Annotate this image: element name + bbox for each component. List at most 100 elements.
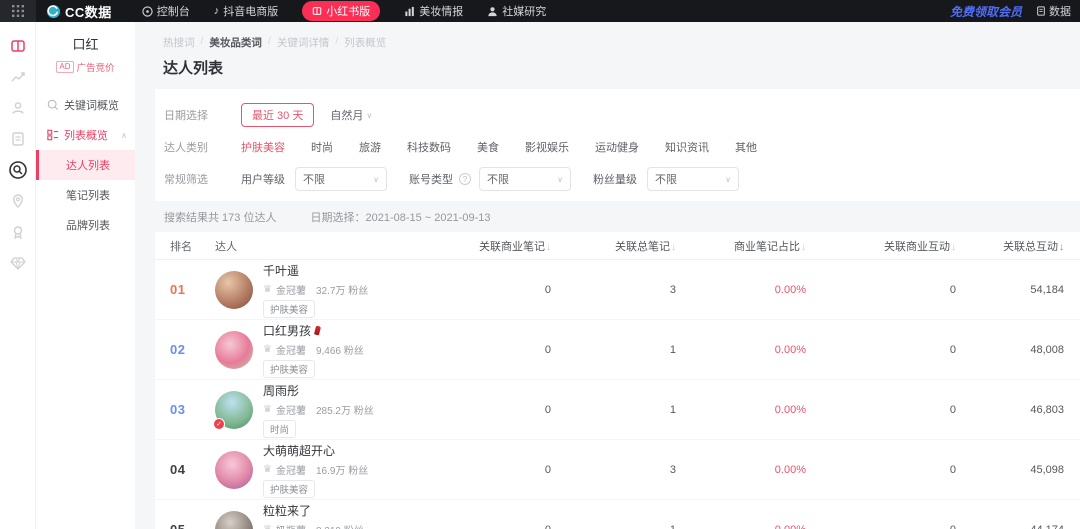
filter-card: 日期选择 最近 30 天 自然月 ∨ 达人类别 护肤美容 时尚 旅游 科技数码 … [155, 89, 1080, 201]
sidebar-item-note-list[interactable]: 笔记列表 [36, 180, 135, 210]
followers-count: 16.9万 粉丝 [316, 462, 368, 477]
category-tech[interactable]: 科技数码 [407, 139, 451, 155]
header-rank: 排名 [155, 238, 205, 254]
followers-count: 285.2万 粉丝 [316, 402, 374, 417]
creator-badge-icon: ♛ [263, 284, 272, 295]
table-header-row: 排名 达人 关联商业笔记↓ 关联总笔记↓ 商业笔记占比↓ 关联商业互动↓ 关联总… [155, 232, 1080, 260]
breadcrumb-list-overview[interactable]: 列表概览 [344, 35, 386, 50]
nav-console[interactable]: 控制台 [142, 3, 190, 19]
header-total-notes[interactable]: 关联总笔记↓ [551, 238, 676, 254]
rank-value: 02 [155, 342, 205, 357]
rank-value: 01 [155, 282, 205, 297]
logo[interactable]: CC数据 [46, 2, 112, 21]
avatar[interactable] [215, 511, 253, 529]
category-fashion[interactable]: 时尚 [311, 139, 333, 155]
rail-item-notes[interactable] [0, 123, 35, 154]
date-last-30-days-option[interactable]: 最近 30 天 [241, 103, 314, 127]
biz-ratio-value: 0.00% [676, 524, 806, 529]
nav-social-research[interactable]: 社媒研究 [487, 3, 546, 19]
help-icon[interactable]: ? [459, 173, 471, 185]
account-type-select[interactable]: 不限∨ [479, 167, 571, 191]
avatar[interactable]: ✓ [215, 391, 253, 429]
category-tag: 护肤美容 [263, 300, 315, 318]
chevron-up-icon: ∧ [121, 131, 127, 140]
influencer-info: 口红男孩 ♛ 金冠薯 9,466 粉丝 护肤美容 [263, 322, 364, 378]
table-row: 05 粒粒来了 ♛ 奶瓶薯 8,219 粉丝 其他 0 1 0.0 [155, 500, 1080, 529]
person-icon [487, 6, 498, 17]
general-filter-label: 常规筛选 [155, 171, 241, 187]
header-biz-engagement[interactable]: 关联商业互动↓ [806, 238, 956, 254]
header-biz-notes[interactable]: 关联商业笔记↓ [431, 238, 551, 254]
keyword-title: 口红 [36, 34, 135, 53]
influencer-name[interactable]: 口红男孩 [263, 322, 364, 339]
category-knowledge[interactable]: 知识资讯 [665, 139, 709, 155]
influencer-name[interactable]: 周雨彤 [263, 382, 374, 399]
rail-item-location[interactable] [0, 185, 35, 216]
sidebar-item-brand-list[interactable]: 品牌列表 [36, 210, 135, 240]
breadcrumb-beauty-category[interactable]: 美妆品类词 [209, 35, 262, 50]
nav-xiaohongshu[interactable]: 小红书版 [302, 1, 380, 21]
rail-item-xiaohongshu[interactable] [0, 30, 35, 61]
rank-value: 03 [155, 402, 205, 417]
rail-item-keyword-search[interactable] [0, 154, 35, 185]
followers-count: 32.7万 粉丝 [316, 282, 368, 297]
category-tag: 护肤美容 [263, 480, 315, 498]
rail-item-trend[interactable] [0, 61, 35, 92]
category-other[interactable]: 其他 [735, 139, 757, 155]
results-count-text: 搜索结果共 173 位达人 [164, 209, 276, 225]
biz-ratio-value: 0.00% [676, 404, 806, 416]
influencer-name[interactable]: 粒粒来了 [263, 502, 364, 519]
influencer-name[interactable]: 千叶遥 [263, 262, 368, 279]
category-tag: 护肤美容 [263, 360, 315, 378]
rail-item-users[interactable] [0, 92, 35, 123]
biz-notes-value: 0 [431, 464, 551, 476]
category-entertainment[interactable]: 影视娱乐 [525, 139, 569, 155]
breadcrumb-hot-words[interactable]: 热搜词 [163, 35, 195, 50]
avatar[interactable] [215, 331, 253, 369]
sidebar-item-keyword-overview[interactable]: 关键词概览 [36, 90, 135, 120]
nav-data-partial[interactable]: 数据 [1036, 3, 1080, 19]
rail-item-medal[interactable] [0, 216, 35, 247]
user-level-label: 用户等级 [241, 171, 285, 187]
free-vip-link[interactable]: 免费领取会员 [950, 3, 1022, 20]
console-icon [142, 6, 153, 17]
red-book-icon [10, 38, 26, 54]
biz-engagement-value: 0 [806, 284, 956, 296]
date-natural-month-option[interactable]: 自然月 ∨ [330, 107, 372, 123]
fan-level-label: 粉丝量级 [593, 171, 637, 187]
search-circle-icon [9, 161, 27, 179]
magnifier-icon [47, 99, 59, 111]
fan-level-select[interactable]: 不限∨ [647, 167, 739, 191]
nav-beauty-intel[interactable]: 美妆情报 [404, 3, 463, 19]
table-row: 03 ✓ 周雨彤 ♛ 金冠薯 285.2万 粉丝 时尚 0 1 0. [155, 380, 1080, 440]
page-title: 达人列表 [163, 57, 1080, 78]
general-filter-group: 用户等级 不限∨ 账号类型 ? 不限∨ 粉丝量级 不限∨ [241, 167, 761, 191]
total-engagement-value: 44,174 [956, 524, 1080, 529]
rail-item-gem[interactable] [0, 247, 35, 278]
header-total-engagement[interactable]: 关联总互动↓ [956, 238, 1080, 254]
category-travel[interactable]: 旅游 [359, 139, 381, 155]
header-biz-ratio[interactable]: 商业笔记占比↓ [676, 238, 806, 254]
total-engagement-value: 54,184 [956, 284, 1080, 296]
category-skincare[interactable]: 护肤美容 [241, 139, 285, 155]
category-fitness[interactable]: 运动健身 [595, 139, 639, 155]
influencer-name[interactable]: 大萌萌超开心 [263, 442, 368, 459]
avatar[interactable] [215, 271, 253, 309]
influencer-cell: 千叶遥 ♛ 金冠薯 32.7万 粉丝 护肤美容 [205, 262, 431, 318]
ad-bid-line[interactable]: AD 广告竞价 [36, 60, 135, 74]
category-options: 护肤美容 时尚 旅游 科技数码 美食 影视娱乐 运动健身 知识资讯 其他 [241, 139, 757, 155]
biz-notes-value: 0 [431, 284, 551, 296]
icon-rail [0, 22, 36, 529]
influencer-info: 周雨彤 ♛ 金冠薯 285.2万 粉丝 时尚 [263, 382, 374, 438]
category-food[interactable]: 美食 [477, 139, 499, 155]
sidebar-item-list-overview[interactable]: 列表概览 ∧ [36, 120, 135, 150]
sidebar-menu: 关键词概览 列表概览 ∧ 达人列表 笔记列表 品牌列表 [36, 90, 135, 240]
creator-badge-label: 金冠薯 [276, 462, 306, 477]
app-grid-button[interactable] [0, 0, 36, 22]
avatar[interactable] [215, 451, 253, 489]
user-level-select[interactable]: 不限∨ [295, 167, 387, 191]
nav-douyin-ecommerce[interactable]: ♪ 抖音电商版 [214, 3, 279, 19]
breadcrumb-keyword-detail[interactable]: 关键词详情 [277, 35, 330, 50]
sidebar-item-influencer-list[interactable]: 达人列表 [36, 150, 135, 180]
creator-badge-label: 金冠薯 [276, 402, 306, 417]
